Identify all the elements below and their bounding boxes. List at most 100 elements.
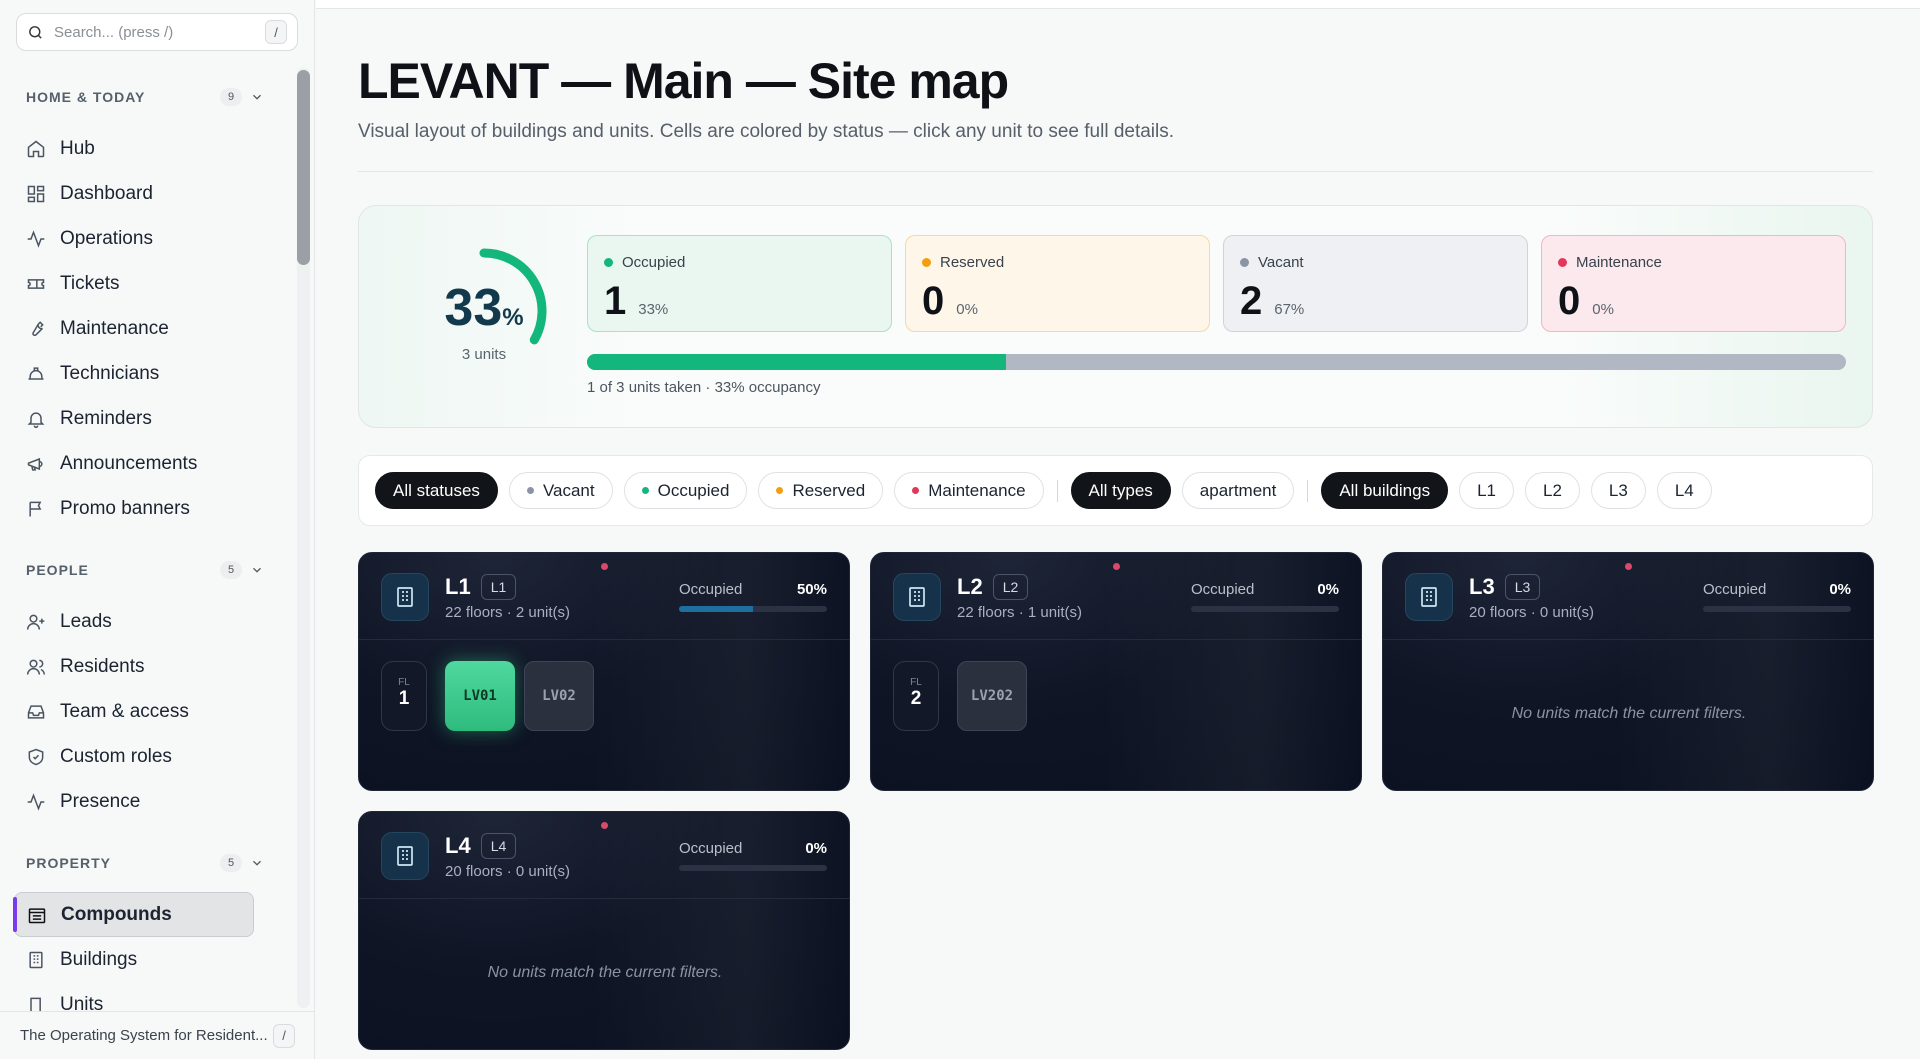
alert-dot-icon <box>1625 563 1632 570</box>
filter-chip-label: apartment <box>1199 480 1277 500</box>
sidebar-item-label: Buildings <box>60 948 138 970</box>
filter-chip-all-buildings[interactable]: All buildings <box>1321 472 1449 509</box>
filter-chip-vacant[interactable]: Vacant <box>508 472 613 509</box>
filter-chip-l4[interactable]: L4 <box>1656 472 1712 509</box>
stat-count: 1 <box>604 279 627 323</box>
sidebar-footer: The Operating System for Resident... / <box>0 1011 314 1059</box>
building-icon <box>1421 587 1437 607</box>
occupancy-percent: 0% <box>805 840 827 857</box>
page-subtitle: Visual layout of buildings and units. Ce… <box>358 121 1175 142</box>
stat-label: Maintenance <box>1576 254 1662 271</box>
section-header-property[interactable]: PROPERTY 5 <box>0 834 290 892</box>
filter-chip-reserved[interactable]: Reserved <box>758 472 884 509</box>
chevron-down-icon[interactable] <box>250 90 264 104</box>
sidebar-item-maintenance[interactable]: Maintenance <box>0 306 290 351</box>
building-card-l4[interactable]: L4 L4 20 floors · 0 unit(s) Occupied 0% No… <box>358 811 850 1050</box>
footer-shortcut-key[interactable]: / <box>273 1023 295 1048</box>
building-card-l1[interactable]: L1 L1 22 floors · 2 unit(s) Occupied 50% F… <box>358 552 850 791</box>
sidebar-item-leads[interactable]: Leads <box>0 599 290 644</box>
filter-chip-label: All buildings <box>1339 480 1431 500</box>
building-icon <box>29 951 43 968</box>
sidebar-item-promo-banners[interactable]: Promo banners <box>0 486 290 531</box>
status-dot-icon <box>776 487 784 494</box>
sidebar-item-residents[interactable]: Residents <box>0 644 290 689</box>
building-card-l3[interactable]: L3 L3 20 floors · 0 unit(s) Occupied 0% No… <box>1382 552 1874 791</box>
filter-chip-l2[interactable]: L2 <box>1525 472 1580 509</box>
building-icon-tile <box>1405 573 1453 621</box>
alert-dot-icon <box>1113 563 1120 570</box>
filter-chip-apartment[interactable]: apartment <box>1181 472 1295 509</box>
chevron-down-icon[interactable] <box>250 856 264 870</box>
sidebar-item-label: Custom roles <box>60 745 172 767</box>
sidebar-item-tickets[interactable]: Tickets <box>0 261 290 306</box>
section-header-people[interactable]: PEOPLE 5 <box>0 541 290 599</box>
building-icon-tile <box>893 573 941 621</box>
sidebar-item-hub[interactable]: Hub <box>0 126 290 171</box>
sidebar-item-dashboard[interactable]: Dashboard <box>0 171 290 216</box>
building-name: L2 L2 <box>957 574 1029 600</box>
stat-card-reserved[interactable]: Reserved 0 0% <box>905 235 1210 332</box>
sidebar-item-technicians[interactable]: Technicians <box>0 351 290 396</box>
building-occupancy: Occupied 0% <box>1703 581 1851 598</box>
filter-chip-label: L1 <box>1477 480 1496 500</box>
sidebar-item-announcements[interactable]: Announcements <box>0 441 290 486</box>
sidebar-item-label: Technicians <box>60 362 160 384</box>
unit-cell-lv202[interactable]: LV202 <box>957 661 1027 731</box>
filter-chip-label: All types <box>1088 480 1153 500</box>
building-icon-tile <box>381 832 429 880</box>
status-dot-icon <box>912 487 920 494</box>
filter-chip-maintenance[interactable]: Maintenance <box>894 472 1044 509</box>
stat-card-maintenance[interactable]: Maintenance 0 0% <box>1541 235 1846 332</box>
grid-icon <box>27 185 45 202</box>
building-tag: L4 <box>480 833 517 859</box>
filter-chip-label: L3 <box>1608 480 1628 500</box>
building-tag: L2 <box>992 574 1029 600</box>
flag-icon <box>29 501 42 516</box>
occupancy-label: Occupied <box>1703 581 1767 598</box>
occupancy-percent: 0% <box>1317 581 1339 598</box>
building-name: L3 L3 <box>1469 574 1541 600</box>
sidebar-item-label: Tickets <box>60 272 120 294</box>
section-header-home-today[interactable]: HOME & TODAY 9 <box>0 68 290 126</box>
stat-percent: 67% <box>1274 301 1305 318</box>
sidebar-item-operations[interactable]: Operations <box>0 216 290 261</box>
sidebar-item-presence[interactable]: Presence <box>0 779 290 824</box>
search-input[interactable]: Search... (press /) <box>54 24 265 41</box>
sidebar-item-custom-roles[interactable]: Custom roles <box>0 734 290 779</box>
filter-chip-l1[interactable]: L1 <box>1459 472 1514 509</box>
building-card-l2[interactable]: L2 L2 22 floors · 1 unit(s) Occupied 0% FL… <box>870 552 1362 791</box>
megaphone-icon <box>27 457 43 471</box>
filter-chip-all-types[interactable]: All types <box>1070 472 1171 509</box>
stat-card-vacant[interactable]: Vacant 2 67% <box>1223 235 1528 332</box>
sidebar-item-team-access[interactable]: Team & access <box>0 689 290 734</box>
sidebar-item-label: Dashboard <box>60 182 153 204</box>
sidebar-scrollbar-thumb[interactable] <box>297 70 310 265</box>
sidebar-footer-text: The Operating System for Resident... <box>20 1027 268 1044</box>
bell-icon <box>27 411 45 428</box>
building-occupancy-bar <box>679 865 827 871</box>
sidebar-item-compounds[interactable]: Compounds <box>13 892 254 937</box>
sidebar-item-buildings[interactable]: Buildings <box>0 937 290 982</box>
status-dot-icon <box>1240 258 1249 267</box>
inbox-icon <box>27 704 45 719</box>
floor-prefix: FL <box>398 677 410 688</box>
sidebar-item-label: Compounds <box>61 903 172 925</box>
building-title: L4 <box>445 833 471 858</box>
stat-card-occupied[interactable]: Occupied 1 33% <box>587 235 892 332</box>
unit-cell-lv02[interactable]: LV02 <box>524 661 594 731</box>
occupancy-label: Occupied <box>679 840 743 857</box>
filter-chip-occupied[interactable]: Occupied <box>623 472 748 509</box>
stat-label: Vacant <box>1258 254 1304 271</box>
floor-prefix: FL <box>910 677 922 688</box>
sidebar-item-reminders[interactable]: Reminders <box>0 396 290 441</box>
search-box[interactable]: Search... (press /) / <box>16 13 298 51</box>
gauge-subtitle: 3 units <box>461 346 507 363</box>
filter-chip-all-statuses[interactable]: All statuses <box>375 472 498 509</box>
building-occupancy-bar <box>1191 606 1339 612</box>
occupancy-summary: 33% 3 units Occupied 1 33% Reserved 0 0% Vac… <box>358 205 1873 428</box>
unit-cell-lv01[interactable]: LV01 <box>445 661 515 731</box>
building-title: L2 <box>957 574 983 599</box>
filter-chip-l3[interactable]: L3 <box>1590 472 1646 509</box>
card-divider <box>359 898 849 899</box>
chevron-down-icon[interactable] <box>250 563 264 577</box>
